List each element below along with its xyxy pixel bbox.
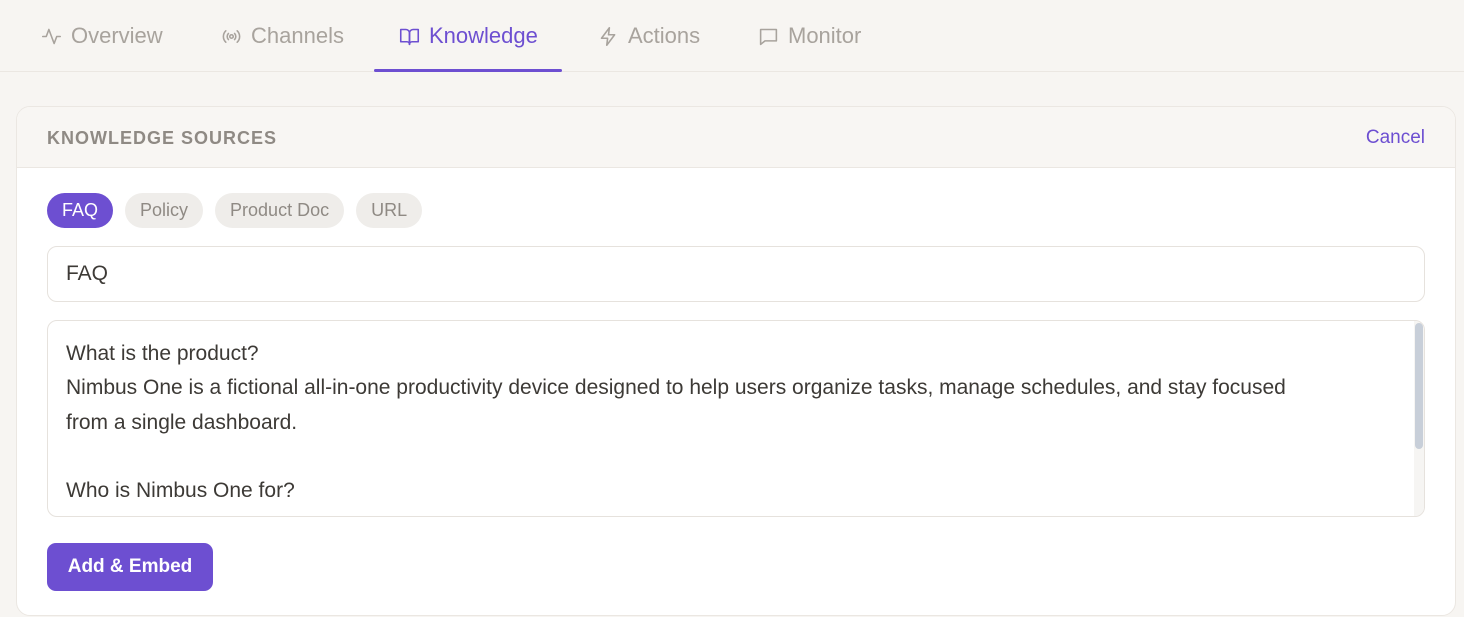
tab-label: Knowledge [429,23,538,48]
tab-label: Channels [251,23,344,48]
tab-bar: Overview Channels Knowledge Actions Moni… [0,0,1464,72]
tab-channels[interactable]: Channels [220,0,344,72]
source-type-policy[interactable]: Policy [125,193,204,228]
book-open-icon [398,25,420,47]
scrollbar-thumb[interactable] [1415,323,1423,449]
source-content-text[interactable]: What is the product? Nimbus One is a fic… [66,337,1386,508]
source-type-url[interactable]: URL [356,193,423,228]
tab-label: Actions [628,23,701,48]
lightning-icon [597,25,619,47]
broadcast-icon [220,25,242,47]
message-square-icon [757,25,779,47]
tab-label: Monitor [788,23,862,48]
activity-icon [40,25,62,47]
source-content-textarea[interactable]: What is the product? Nimbus One is a fic… [47,320,1425,517]
tab-actions[interactable]: Actions [597,0,700,72]
knowledge-sources-card: KNOWLEDGE SOURCES Cancel FAQ Policy Prod… [16,106,1456,616]
tab-overview[interactable]: Overview [40,0,163,72]
card-title: KNOWLEDGE SOURCES [47,128,278,148]
tab-knowledge[interactable]: Knowledge [374,0,562,72]
source-type-product-doc[interactable]: Product Doc [215,193,345,228]
scrollbar-track[interactable] [1414,321,1424,516]
card-header: KNOWLEDGE SOURCES Cancel [17,107,1455,168]
cancel-button[interactable]: Cancel [1366,127,1425,149]
source-type-faq[interactable]: FAQ [47,193,114,228]
source-title-input[interactable] [47,246,1425,302]
add-and-embed-button[interactable]: Add & Embed [47,543,213,591]
source-type-selector: FAQ Policy Product Doc URL [47,193,423,228]
tab-monitor[interactable]: Monitor [757,0,861,72]
tab-label: Overview [71,23,163,48]
